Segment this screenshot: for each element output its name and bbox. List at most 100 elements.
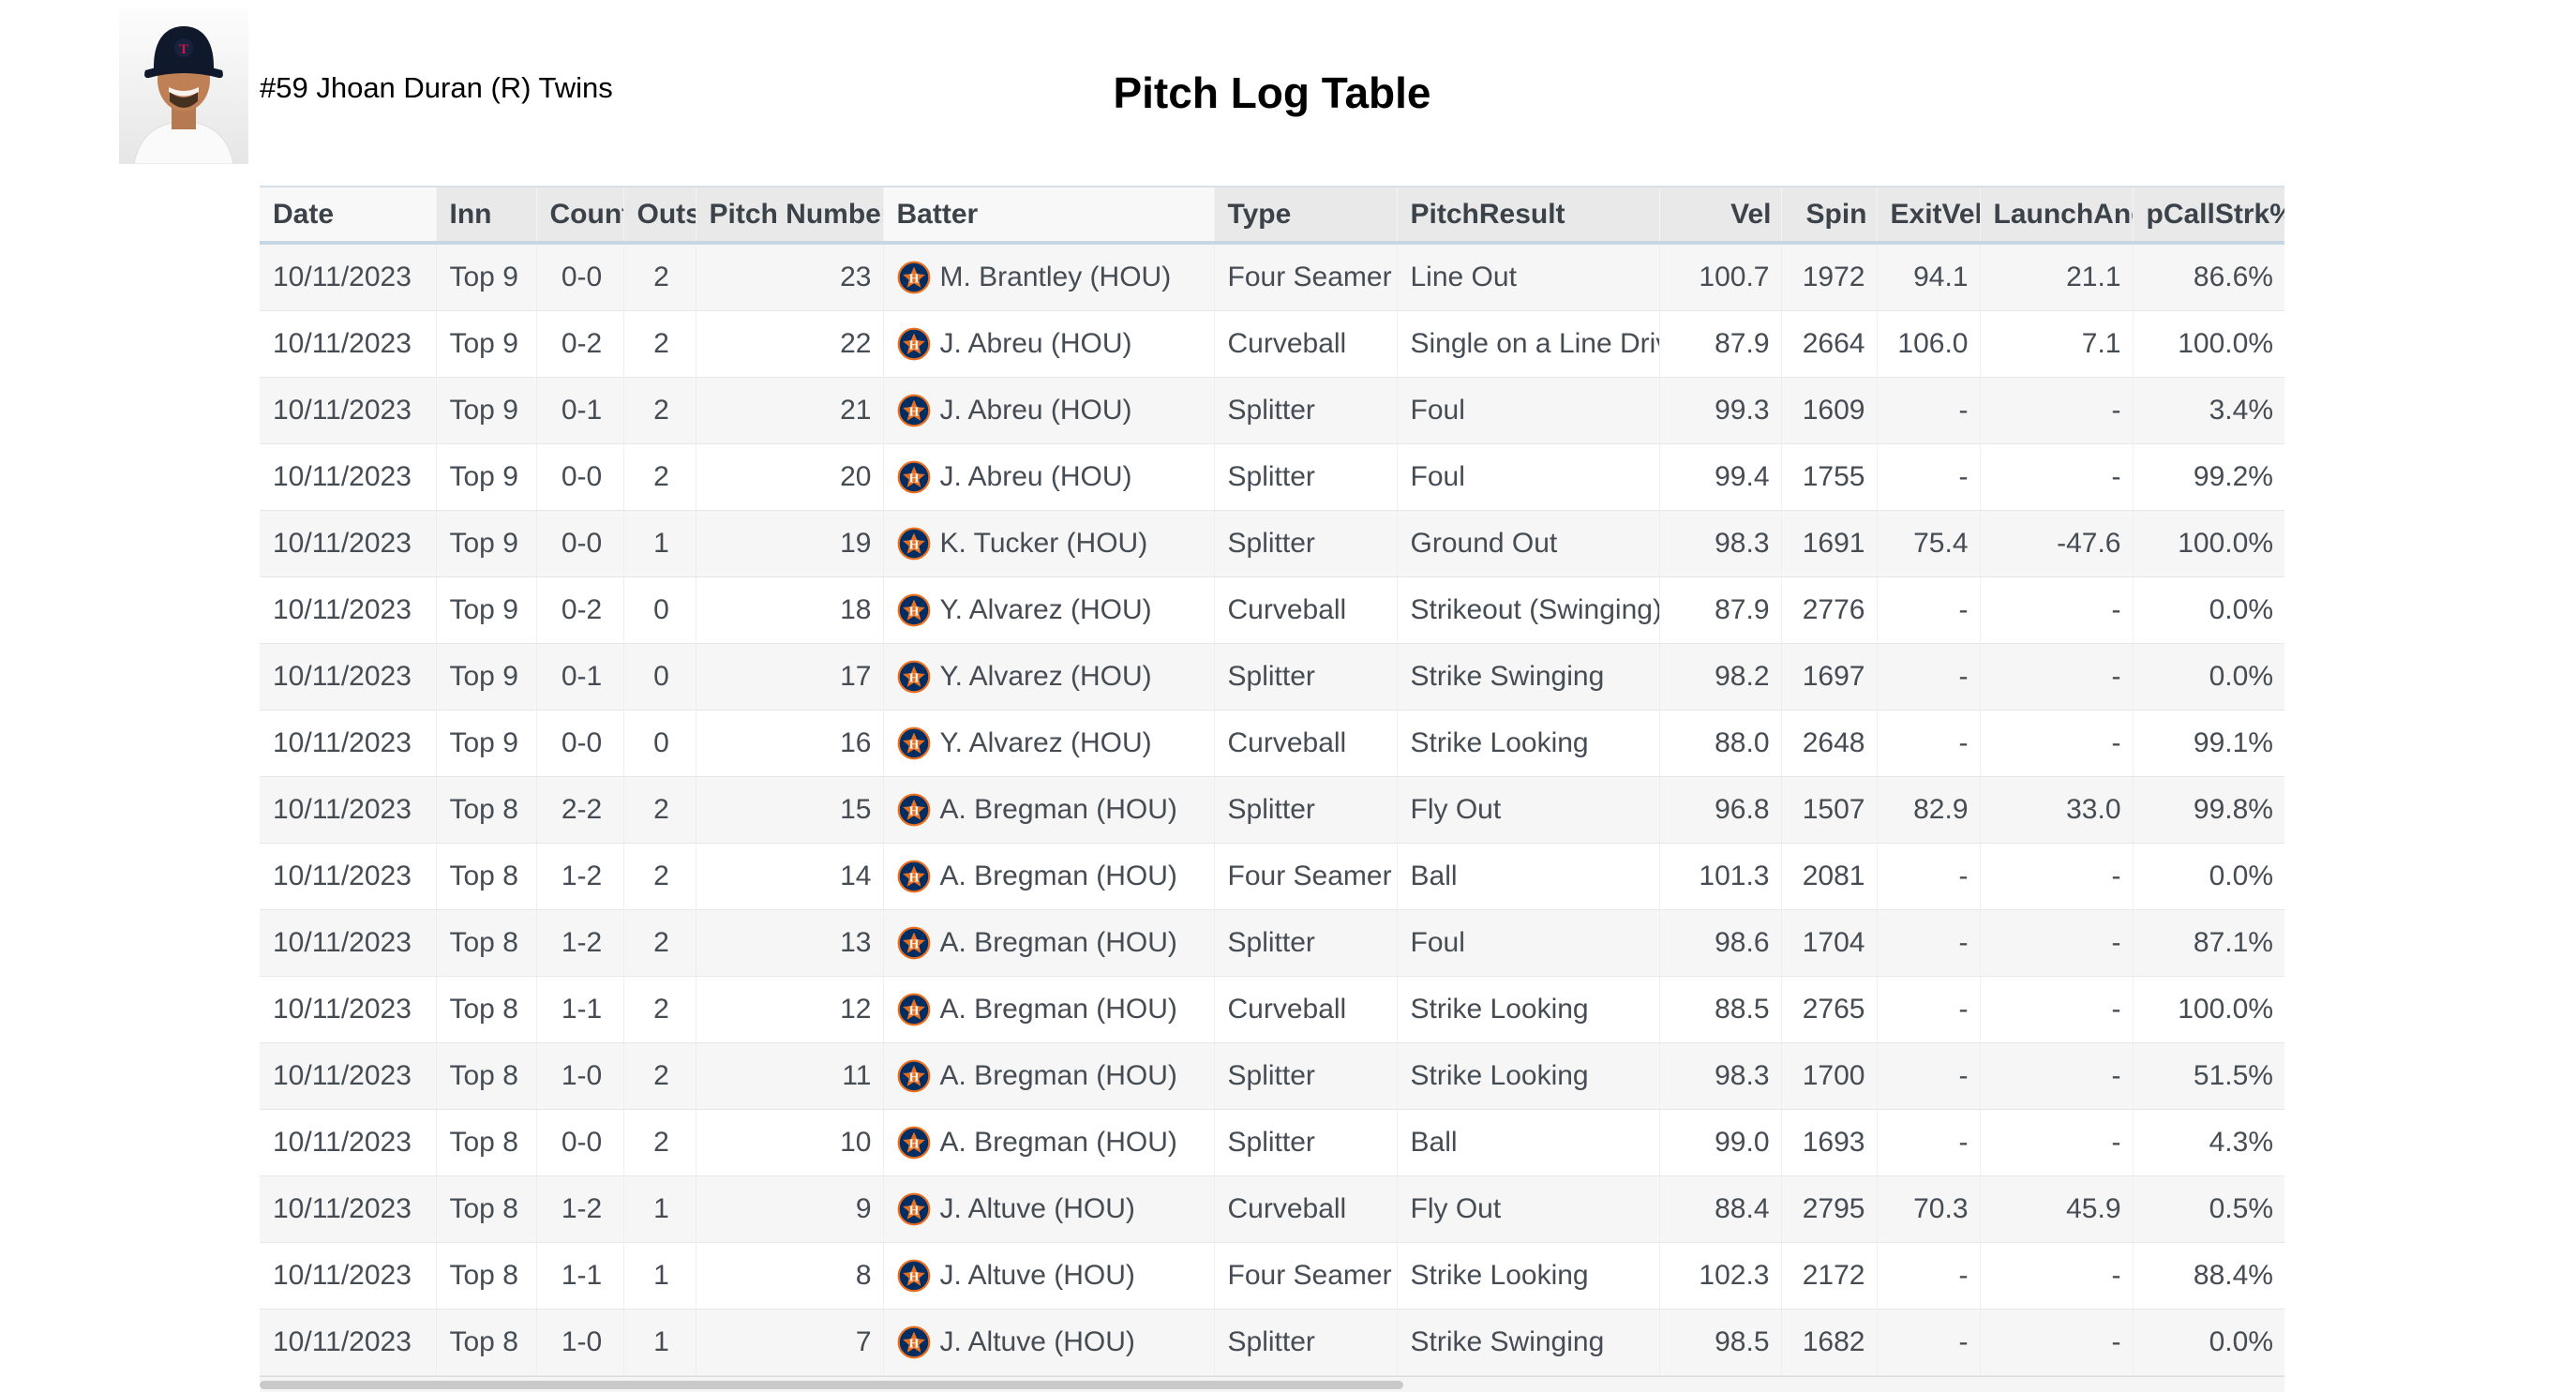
cell-launch_ang: - [1980, 844, 2133, 910]
cell-launch_ang: - [1980, 1243, 2133, 1310]
cell-pitch_number: 12 [696, 977, 883, 1043]
column-header-inn[interactable]: Inn [436, 187, 536, 243]
column-header-spin[interactable]: Spin [1781, 187, 1877, 243]
cell-count: 0-0 [536, 1110, 623, 1176]
cell-date: 10/11/2023 [260, 378, 436, 444]
cell-type: Curveball [1214, 711, 1397, 777]
cell-p_call_strk_pct: 86.6% [2133, 243, 2284, 311]
cell-exit_vel: 82.9 [1877, 777, 1980, 844]
cell-pitch_number: 15 [696, 777, 883, 844]
cell-launch_ang: - [1980, 378, 2133, 444]
pitch-row: 10/11/2023Top 90-2222HJ. Abreu (HOU)Curv… [260, 311, 2284, 378]
cell-exit_vel: 106.0 [1877, 311, 1980, 378]
cell-pitch_result: Foul [1397, 378, 1659, 444]
cell-type: Splitter [1214, 644, 1397, 711]
cell-inn: Top 8 [436, 1110, 536, 1176]
cell-p_call_strk_pct: 99.8% [2133, 777, 2284, 844]
cell-p_call_strk_pct: 88.4% [2133, 1243, 2284, 1310]
astros-team-logo-icon: H [897, 860, 931, 893]
column-header-exit_vel[interactable]: ExitVel [1877, 187, 1980, 243]
cell-count: 0-2 [536, 311, 623, 378]
cell-launch_ang: - [1980, 1110, 2133, 1176]
cell-batter: H J. Altuve (HOU) [883, 1176, 1214, 1243]
cell-outs: 2 [623, 844, 696, 910]
cell-inn: Top 8 [436, 1243, 536, 1310]
cell-type: Splitter [1214, 1310, 1397, 1376]
cell-pitch_result: Ground Out [1397, 511, 1659, 577]
cell-pitch_result: Strike Looking [1397, 711, 1659, 777]
cell-pitch_number: 23 [696, 243, 883, 311]
cell-count: 1-1 [536, 1243, 623, 1310]
cell-spin: 2795 [1781, 1176, 1877, 1243]
cell-pitch_result: Single on a Line Drive [1397, 311, 1659, 378]
cell-count: 0-2 [536, 577, 623, 644]
cell-pitch_result: Fly Out [1397, 777, 1659, 844]
cell-launch_ang: - [1980, 1043, 2133, 1110]
svg-text:H: H [908, 338, 919, 352]
batter-name: A. Bregman (HOU) [940, 861, 1177, 892]
svg-text:H: H [908, 1004, 919, 1018]
cell-outs: 1 [623, 1310, 696, 1376]
astros-team-logo-icon: H [897, 1259, 931, 1293]
cell-pitch_result: Foul [1397, 910, 1659, 977]
cell-vel: 99.0 [1659, 1110, 1781, 1176]
cell-exit_vel: 70.3 [1877, 1176, 1980, 1243]
pitch-row: 10/11/2023Top 90-2018HY. Alvarez (HOU)Cu… [260, 577, 2284, 644]
cell-date: 10/11/2023 [260, 777, 436, 844]
cell-pitch_result: Line Out [1397, 243, 1659, 311]
scrollbar-thumb[interactable] [260, 1381, 1403, 1389]
cell-outs: 2 [623, 910, 696, 977]
cell-exit_vel: - [1877, 1310, 1980, 1376]
cell-spin: 2081 [1781, 844, 1877, 910]
cell-count: 1-2 [536, 844, 623, 910]
pitch-row: 10/11/2023Top 90-1221HJ. Abreu (HOU)Spli… [260, 378, 2284, 444]
column-header-batter[interactable]: Batter [883, 187, 1214, 243]
cell-inn: Top 9 [436, 511, 536, 577]
column-header-pitch_number[interactable]: Pitch Number [696, 187, 883, 243]
cell-type: Splitter [1214, 1110, 1397, 1176]
column-header-count[interactable]: Count [536, 187, 623, 243]
cell-pitch_result: Strikeout (Swinging) [1397, 577, 1659, 644]
column-header-outs[interactable]: Outs [623, 187, 696, 243]
cell-pitch_number: 21 [696, 378, 883, 444]
batter-name: K. Tucker (HOU) [940, 528, 1148, 560]
cell-pitch_result: Strike Looking [1397, 1243, 1659, 1310]
svg-text:H: H [908, 738, 919, 752]
cell-outs: 0 [623, 711, 696, 777]
cell-p_call_strk_pct: 3.4% [2133, 378, 2284, 444]
horizontal-scrollbar[interactable] [260, 1376, 2284, 1392]
cell-launch_ang: - [1980, 910, 2133, 977]
cell-vel: 96.8 [1659, 777, 1781, 844]
batter-name: A. Bregman (HOU) [940, 1060, 1177, 1092]
column-header-launch_ang[interactable]: LaunchAng [1980, 187, 2133, 243]
svg-text:H: H [908, 871, 919, 885]
pitch-row: 10/11/2023Top 90-0119HK. Tucker (HOU)Spl… [260, 511, 2284, 577]
batter-name: Y. Alvarez (HOU) [940, 594, 1152, 626]
cell-spin: 1972 [1781, 243, 1877, 311]
cell-batter: HY. Alvarez (HOU) [883, 577, 1214, 644]
column-header-vel[interactable]: Vel [1659, 187, 1781, 243]
pitch-row: 10/11/2023Top 81-2213HA. Bregman (HOU)Sp… [260, 910, 2284, 977]
cell-count: 1-0 [536, 1043, 623, 1110]
cell-type: Curveball [1214, 1176, 1397, 1243]
cell-batter: HJ. Abreu (HOU) [883, 378, 1214, 444]
cell-p_call_strk_pct: 0.0% [2133, 1310, 2284, 1376]
pitch-log-table-container: DateInnCountOutsPitch NumberBatterTypePi… [260, 186, 2284, 1392]
column-header-pitch_result[interactable]: PitchResult [1397, 187, 1659, 243]
astros-team-logo-icon: H [897, 993, 931, 1026]
column-header-p_call_strk_pct[interactable]: pCallStrk% [2133, 187, 2284, 243]
cell-date: 10/11/2023 [260, 1243, 436, 1310]
cell-date: 10/11/2023 [260, 511, 436, 577]
cell-vel: 98.6 [1659, 910, 1781, 977]
svg-text:H: H [908, 1137, 919, 1151]
column-header-type[interactable]: Type [1214, 187, 1397, 243]
cell-count: 1-2 [536, 1176, 623, 1243]
cell-type: Splitter [1214, 511, 1397, 577]
svg-text:H: H [908, 1204, 919, 1218]
cell-batter: HY. Alvarez (HOU) [883, 711, 1214, 777]
cell-outs: 0 [623, 644, 696, 711]
cell-p_call_strk_pct: 100.0% [2133, 311, 2284, 378]
column-header-date[interactable]: Date [260, 187, 436, 243]
cell-pitch_number: 11 [696, 1043, 883, 1110]
batter-name: J. Altuve (HOU) [940, 1193, 1135, 1225]
